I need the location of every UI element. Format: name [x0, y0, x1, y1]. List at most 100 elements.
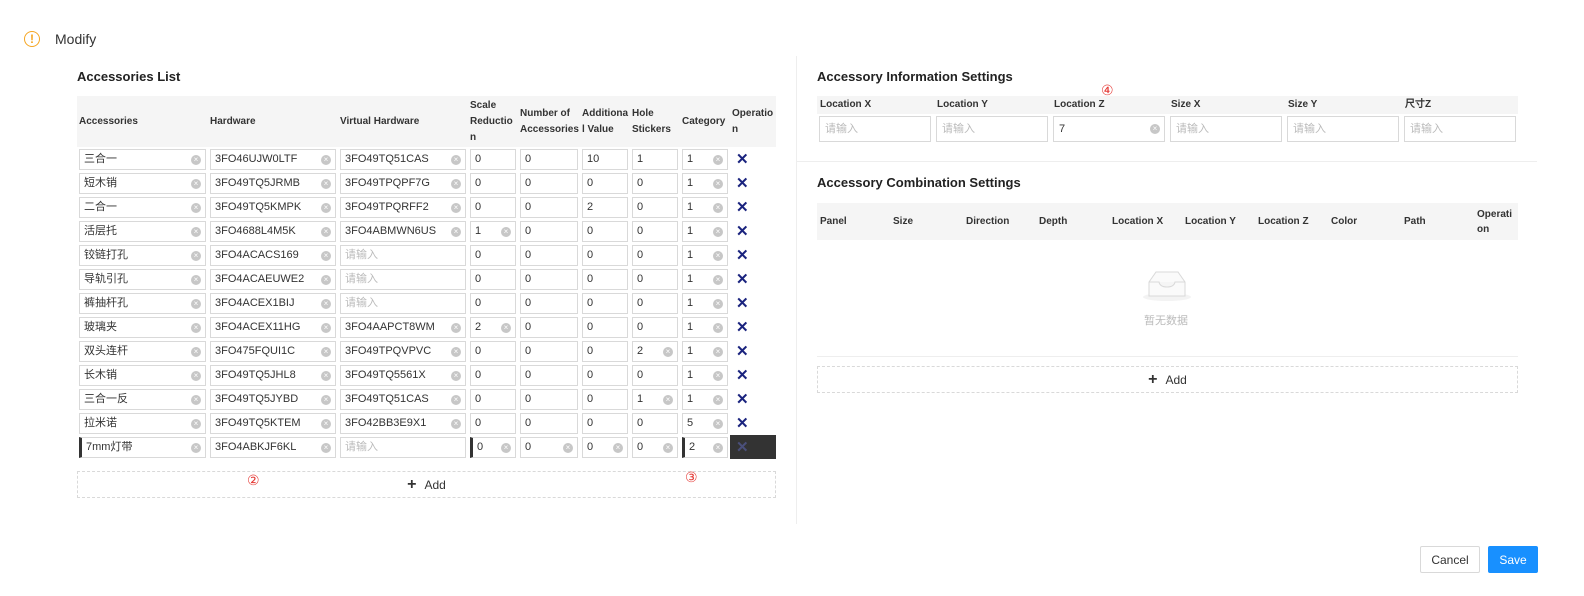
clear-icon[interactable]: ×: [191, 178, 201, 189]
cell-input[interactable]: 3FO4ACACS169 ×: [210, 244, 336, 266]
cell-input[interactable]: 0: [632, 412, 678, 434]
delete-icon[interactable]: ✕: [732, 199, 749, 216]
info-input[interactable]: 请输入: [1404, 116, 1516, 142]
clear-icon[interactable]: ×: [501, 322, 511, 333]
clear-icon[interactable]: ×: [713, 394, 723, 405]
cell-input[interactable]: 3FO4ACAEUWE2 ×: [210, 268, 336, 290]
save-button[interactable]: Save: [1488, 546, 1538, 573]
clear-icon[interactable]: ×: [501, 226, 511, 237]
clear-icon[interactable]: ×: [321, 274, 331, 285]
cell-input[interactable]: 请输入: [340, 292, 466, 314]
cell-input[interactable]: 0: [632, 292, 678, 314]
delete-icon[interactable]: ✕: [732, 343, 749, 360]
cell-input[interactable]: 0: [582, 340, 628, 362]
cell-input[interactable]: 1 ×: [682, 388, 728, 410]
cell-input[interactable]: 双头连杆 ×: [79, 340, 206, 362]
clear-icon[interactable]: ×: [613, 442, 623, 453]
delete-icon[interactable]: ✕: [732, 151, 749, 168]
cell-input[interactable]: 0: [520, 268, 578, 290]
cell-input[interactable]: 3FO49TPQVPVC ×: [340, 340, 466, 362]
cell-input[interactable]: 7mm灯带 ×: [79, 436, 206, 458]
cell-input[interactable]: 0: [582, 292, 628, 314]
cell-input[interactable]: 3FO49TQ5JYBD ×: [210, 388, 336, 410]
cell-input[interactable]: 三合一反 ×: [79, 388, 206, 410]
cell-input[interactable]: 长木销 ×: [79, 364, 206, 386]
cell-input[interactable]: 0: [632, 244, 678, 266]
clear-icon[interactable]: ×: [321, 202, 331, 213]
delete-icon[interactable]: ✕: [732, 223, 749, 240]
clear-icon[interactable]: ×: [321, 418, 331, 429]
cell-input[interactable]: 1 ×: [682, 340, 728, 362]
clear-icon[interactable]: ×: [321, 394, 331, 405]
clear-icon[interactable]: ×: [663, 394, 673, 405]
cell-input[interactable]: 1 ×: [470, 220, 516, 242]
clear-icon[interactable]: ×: [501, 442, 511, 453]
cancel-button[interactable]: Cancel: [1420, 546, 1480, 573]
clear-icon[interactable]: ×: [713, 298, 723, 309]
cell-input[interactable]: 3FO4ABMWN6US ×: [340, 220, 466, 242]
delete-icon[interactable]: ✕: [732, 247, 749, 264]
cell-input[interactable]: 1 ×: [682, 172, 728, 194]
cell-input[interactable]: 0 ×: [632, 436, 678, 458]
clear-icon[interactable]: ×: [451, 418, 461, 429]
clear-icon[interactable]: ×: [191, 442, 201, 453]
cell-input[interactable]: 0: [470, 292, 516, 314]
cell-input[interactable]: 铰链打孔 ×: [79, 244, 206, 266]
clear-icon[interactable]: ×: [321, 154, 331, 165]
info-input[interactable]: 请输入: [819, 116, 931, 142]
cell-input[interactable]: 3FO4688L4M5K ×: [210, 220, 336, 242]
cell-input[interactable]: 0: [520, 172, 578, 194]
clear-icon[interactable]: ×: [191, 418, 201, 429]
cell-input[interactable]: 1 ×: [682, 244, 728, 266]
clear-icon[interactable]: ×: [191, 226, 201, 237]
cell-input[interactable]: 3FO49TQ5JHL8 ×: [210, 364, 336, 386]
delete-icon[interactable]: ✕: [732, 391, 749, 408]
clear-icon[interactable]: ×: [191, 322, 201, 333]
cell-input[interactable]: 0: [632, 172, 678, 194]
cell-input[interactable]: 0: [470, 364, 516, 386]
delete-icon[interactable]: ✕: [732, 271, 749, 288]
info-input[interactable]: 请输入: [936, 116, 1048, 142]
cell-input[interactable]: 短木销 ×: [79, 172, 206, 194]
clear-icon[interactable]: ×: [713, 442, 723, 453]
cell-input[interactable]: 0: [520, 364, 578, 386]
cell-input[interactable]: 0: [582, 172, 628, 194]
info-input[interactable]: 请输入: [1287, 116, 1399, 142]
cell-input[interactable]: 2 ×: [682, 436, 728, 458]
cell-input[interactable]: 3FO49TQ5561X ×: [340, 364, 466, 386]
cell-input[interactable]: 1 ×: [682, 148, 728, 170]
clear-icon[interactable]: ×: [191, 370, 201, 381]
cell-input[interactable]: 3FO4AAPCT8WM ×: [340, 316, 466, 338]
cell-input[interactable]: 0: [520, 292, 578, 314]
cell-input[interactable]: 3FO49TQ51CAS ×: [340, 388, 466, 410]
clear-icon[interactable]: ×: [191, 298, 201, 309]
cell-input[interactable]: 0: [582, 388, 628, 410]
cell-input[interactable]: 0: [520, 196, 578, 218]
cell-input[interactable]: 0: [520, 244, 578, 266]
cell-input[interactable]: 请输入: [340, 268, 466, 290]
cell-input[interactable]: 0 ×: [470, 436, 516, 458]
clear-icon[interactable]: ×: [321, 370, 331, 381]
cell-input[interactable]: 请输入: [340, 436, 466, 458]
cell-input[interactable]: 0: [582, 364, 628, 386]
clear-icon[interactable]: ×: [321, 178, 331, 189]
delete-icon[interactable]: ✕: [732, 319, 749, 336]
cell-input[interactable]: 1 ×: [682, 196, 728, 218]
cell-input[interactable]: 0: [520, 340, 578, 362]
clear-icon[interactable]: ×: [451, 346, 461, 357]
cell-input[interactable]: 0: [470, 268, 516, 290]
clear-icon[interactable]: ×: [713, 370, 723, 381]
cell-input[interactable]: 0: [632, 268, 678, 290]
cell-input[interactable]: 3FO475FQUI1C ×: [210, 340, 336, 362]
cell-input[interactable]: 0: [520, 388, 578, 410]
cell-input[interactable]: 0: [470, 196, 516, 218]
cell-input[interactable]: 0: [520, 220, 578, 242]
clear-icon[interactable]: ×: [451, 394, 461, 405]
clear-icon[interactable]: ×: [663, 442, 673, 453]
cell-input[interactable]: 0 ×: [582, 436, 628, 458]
clear-icon[interactable]: ×: [191, 346, 201, 357]
clear-icon[interactable]: ×: [563, 442, 573, 453]
cell-input[interactable]: 3FO49TQ5JRMB ×: [210, 172, 336, 194]
cell-input[interactable]: 0: [470, 340, 516, 362]
cell-input[interactable]: 0: [632, 220, 678, 242]
